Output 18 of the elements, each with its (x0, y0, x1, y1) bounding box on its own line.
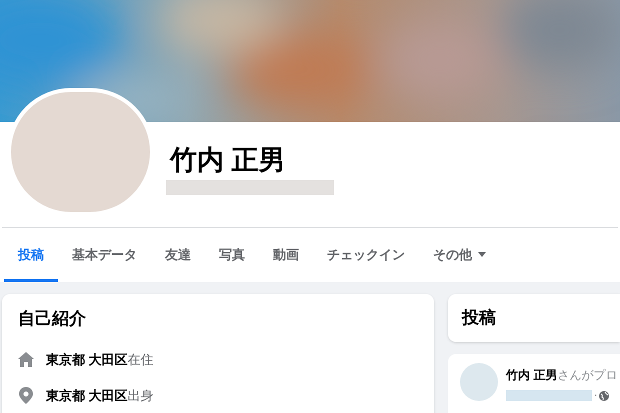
profile-tab[interactable]: チェックイン (313, 230, 419, 282)
card-title: 投稿 (462, 307, 496, 330)
location-pin-icon (19, 387, 33, 404)
profile-tab[interactable]: 動画 (259, 230, 313, 282)
globe-icon (599, 390, 610, 400)
profile-tab[interactable]: その他 (419, 230, 500, 282)
profile-tab[interactable]: 友達 (151, 230, 205, 282)
profile-tab[interactable]: 投稿 (4, 230, 58, 282)
home-icon (18, 352, 34, 367)
caret-icon (478, 252, 486, 257)
card-title: 自己紹介 (18, 308, 87, 330)
post-author-line: 竹内 正男さんがプロ (506, 367, 618, 384)
profile-name: 竹内 正男 (168, 144, 287, 177)
profile-tab[interactable]: 基本データ (58, 230, 151, 282)
intro-detail: 東京都 大田区在住 (46, 350, 154, 369)
intro-detail: 東京都 大田区出身 (46, 386, 154, 405)
profile-tab[interactable]: 写真 (205, 230, 259, 282)
separator-dot: · (594, 389, 598, 403)
